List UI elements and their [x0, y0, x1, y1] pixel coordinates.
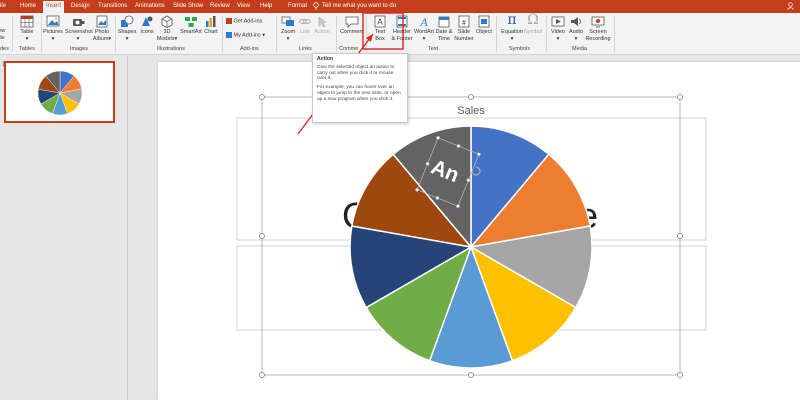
chart-title[interactable]: Sales	[457, 105, 485, 117]
pie-chart[interactable]	[349, 125, 593, 369]
action-tooltip: Action Give the selected object an actio…	[312, 53, 408, 123]
annotation-arrow-head-icon	[366, 34, 373, 42]
tooltip-title: Action	[317, 56, 334, 62]
annotation-highlight-box	[362, 12, 404, 50]
tooltip-paragraph-1: Give the selected object an action to ca…	[317, 64, 395, 82]
tooltip-paragraph-2: For example, you can hover over an objec…	[317, 85, 401, 102]
